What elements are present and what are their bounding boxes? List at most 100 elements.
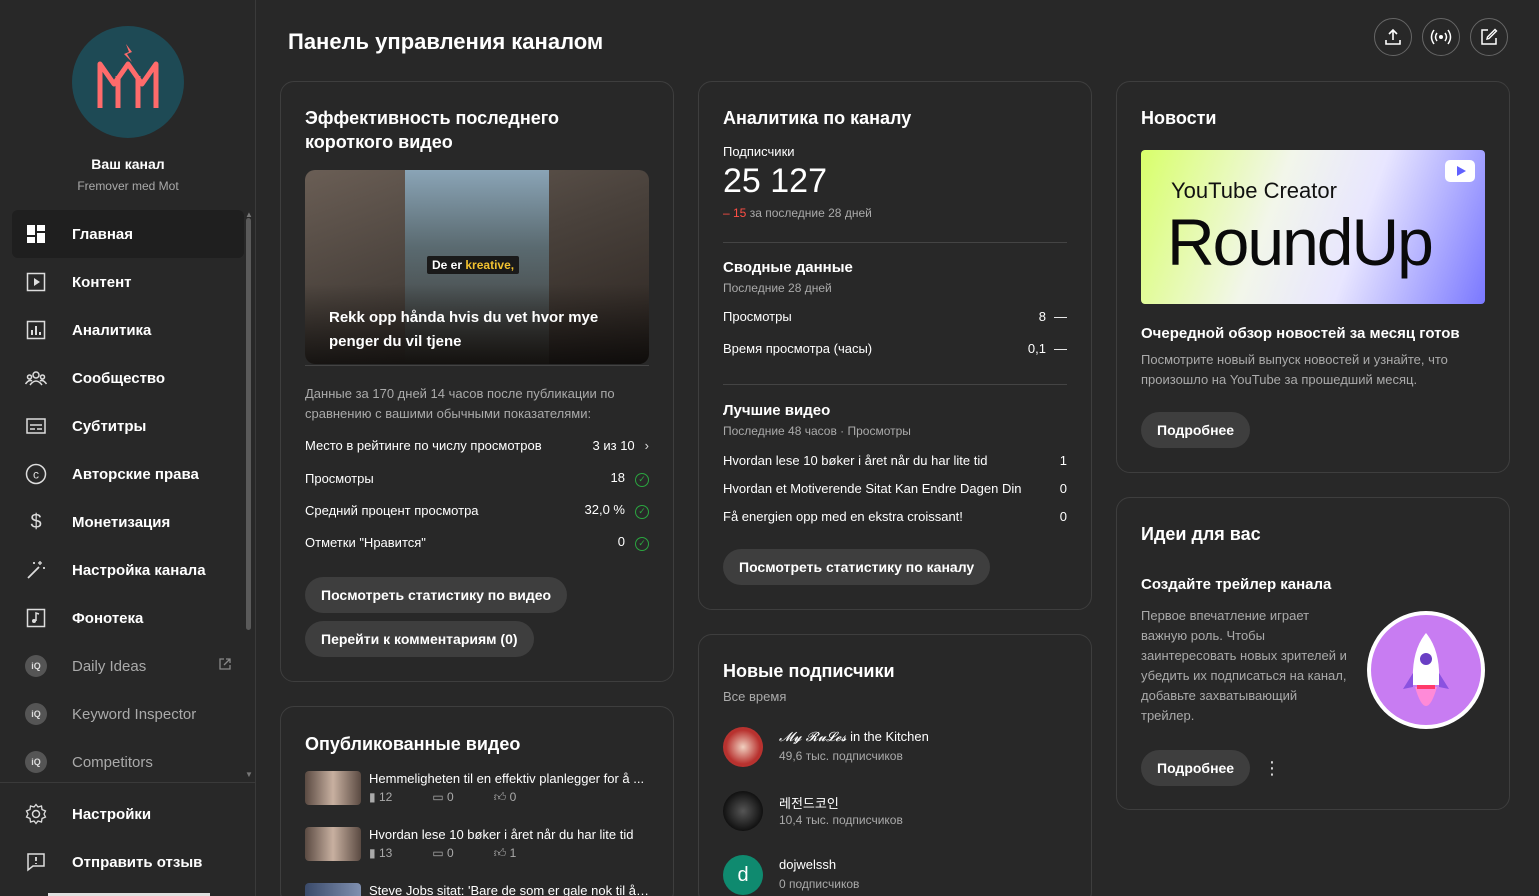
nav-item-customization[interactable]: Настройка канала (12, 546, 244, 594)
sidebar-scrollbar[interactable] (246, 218, 251, 630)
card-title: Опубликованные видео (305, 734, 521, 754)
subtitles-icon (24, 414, 48, 438)
news-headline: Очередной обзор новостей за месяц готов (1141, 325, 1460, 342)
nav-label: Главная (72, 225, 134, 243)
content-icon (24, 270, 48, 294)
studio-dashboard: Ваш канал Fremover med Mot Главная Конте… (0, 0, 1539, 896)
nav-item-competitors[interactable]: iQ Competitors (12, 738, 244, 786)
nav-label: Фонотека (72, 609, 144, 627)
news-more-button[interactable]: Подробнее (1141, 412, 1251, 448)
gear-icon (24, 802, 48, 826)
analytics-icon (24, 318, 48, 342)
vidiq-icon: iQ (24, 750, 48, 774)
video-thumbnail (305, 827, 361, 861)
thumbs-up-icon: 👍︎ (493, 846, 507, 860)
nav-item-dashboard[interactable]: Главная (12, 210, 244, 258)
card-title: Аналитика по каналу (723, 108, 912, 128)
subscriber-item[interactable]: 𝓜𝔂 𝓡𝓾𝓛𝓮𝓼 in the Kitchen 49,6 тыс. подпис… (723, 727, 1063, 771)
thumbs-up-icon: 👍︎ (493, 790, 507, 804)
avatar (723, 727, 763, 767)
nav-label: Субтитры (72, 417, 147, 435)
nav-label: Отправить отзыв (72, 853, 203, 871)
summary-subtitle: Последние 28 дней (723, 281, 832, 295)
upload-icon (1385, 28, 1401, 45)
top-video-row[interactable]: Få energien opp med en ekstra croissant!… (723, 509, 1067, 524)
subscribers-count: 25 127 (723, 162, 827, 200)
sidebar-bottom-nav: Настройки Отправить отзыв (12, 790, 244, 886)
idea-headline: Создайте трейлер канала (1141, 576, 1332, 593)
summary-row-watch-time: Время просмотра (часы) 0,1— (723, 341, 1067, 356)
news-banner[interactable]: YouTube Creator RoundUp (1141, 150, 1485, 304)
bar-chart-icon: ▮ (369, 846, 376, 860)
list-item[interactable]: Steve Jobs sitat: 'Bare de som er gale n… (305, 883, 650, 896)
check-circle-icon: ✓ (635, 536, 649, 551)
top-video-row[interactable]: Hvordan lese 10 bøker i året når du har … (723, 453, 1067, 468)
scroll-down-icon[interactable]: ▼ (245, 770, 253, 779)
list-item[interactable]: Hvordan lese 10 bøker i året når du har … (305, 827, 650, 875)
go-live-button[interactable] (1422, 18, 1460, 56)
nav-label: Контент (72, 273, 132, 291)
community-icon (24, 366, 48, 390)
idea-more-button[interactable]: Подробнее (1141, 750, 1251, 786)
nav-item-feedback[interactable]: Отправить отзыв (12, 838, 244, 886)
subscriber-item[interactable]: 레전드코인 10,4 тыс. подписчиков (723, 791, 1063, 835)
feedback-icon (24, 850, 48, 874)
channel-handle: Fremover med Mot (77, 179, 179, 193)
nav-item-content[interactable]: Контент (12, 258, 244, 306)
nav-item-keyword-inspector[interactable]: iQ Keyword Inspector (12, 690, 244, 738)
card-title: Новости (1141, 108, 1217, 128)
vidiq-icon: iQ (24, 654, 48, 678)
magic-wand-icon (24, 558, 48, 582)
subscribers-change: – 15 за последние 28 дней (723, 206, 872, 220)
nav-label: Настройка канала (72, 561, 206, 579)
news-card: Новости YouTube Creator RoundUp Очередно… (1116, 81, 1510, 473)
nav-item-analytics[interactable]: Аналитика (12, 306, 244, 354)
stat-row-rank[interactable]: Место в рейтинге по числу просмотров 3 и… (305, 438, 649, 453)
channel-avatar[interactable] (72, 26, 184, 138)
check-circle-icon: ✓ (635, 472, 649, 487)
rocket-illustration (1367, 611, 1485, 729)
audio-library-icon (24, 606, 48, 630)
go-to-comments-button[interactable]: Перейти к комментариям (0) (305, 621, 534, 657)
dashboard-icon (24, 222, 48, 246)
list-item[interactable]: Hemmeligheten til en effektiv planlegger… (305, 771, 650, 819)
nav-label: Competitors (72, 753, 153, 771)
page-title: Панель управления каналом (288, 29, 604, 54)
stat-row-views: Просмотры 18 ✓ (305, 470, 649, 487)
sidebar: Ваш канал Fremover med Mot Главная Конте… (0, 0, 256, 896)
latest-short-card: Эффективность последнего короткого видео… (280, 81, 674, 682)
short-thumbnail[interactable]: De er kreative, Rekk opp hånda hvis du v… (305, 170, 649, 364)
check-circle-icon: ✓ (635, 504, 649, 519)
nav-item-community[interactable]: Сообщество (12, 354, 244, 402)
ideas-card: Идеи для вас Создайте трейлер канала Пер… (1116, 497, 1510, 810)
card-title: Идеи для вас (1141, 524, 1261, 544)
short-description: Данные за 170 дней 14 часов после публик… (305, 386, 615, 421)
nav-item-settings[interactable]: Настройки (12, 790, 244, 838)
idea-body: Первое впечатление играет важную роль. Ч… (1141, 608, 1347, 723)
stat-row-avg-percent: Средний процент просмотра 32,0 % ✓ (305, 502, 649, 519)
nav-label: Монетизация (72, 513, 171, 531)
nav-item-subtitles[interactable]: Субтитры (12, 402, 244, 450)
nav-item-copyright[interactable]: c Авторские права (12, 450, 244, 498)
upload-button[interactable] (1374, 18, 1412, 56)
create-post-button[interactable] (1470, 18, 1508, 56)
channel-logo-icon (97, 44, 159, 108)
subscriber-item[interactable]: d dojwelssh 0 подписчиков (723, 855, 1063, 896)
video-thumbnail (305, 771, 361, 805)
nav-item-monetization[interactable]: $ Монетизация (12, 498, 244, 546)
nav-item-audio-library[interactable]: Фонотека (12, 594, 244, 642)
comment-icon: ▭ (432, 846, 444, 860)
live-broadcast-icon (1430, 29, 1452, 45)
top-videos-subtitle: Последние 48 часов · Просмотры (723, 424, 911, 438)
channel-stats-button[interactable]: Посмотреть статистику по каналу (723, 549, 991, 585)
video-stats: ▮ 13 ▭ 0 👍︎ 1 (369, 846, 517, 860)
top-video-row[interactable]: Hvordan et Motiverende Sitat Kan Endre D… (723, 481, 1067, 496)
video-stats-button[interactable]: Посмотреть статистику по видео (305, 577, 568, 613)
channel-analytics-card: Аналитика по каналу Подписчики 25 127 – … (698, 81, 1092, 610)
nav-label: Настройки (72, 805, 152, 823)
nav-label: Keyword Inspector (72, 705, 197, 723)
channel-name: Ваш канал (91, 156, 165, 172)
scroll-up-icon[interactable]: ▲ (245, 210, 253, 219)
more-options-icon[interactable]: ⋮ (1263, 758, 1281, 779)
nav-item-daily-ideas[interactable]: iQ Daily Ideas (12, 642, 244, 690)
